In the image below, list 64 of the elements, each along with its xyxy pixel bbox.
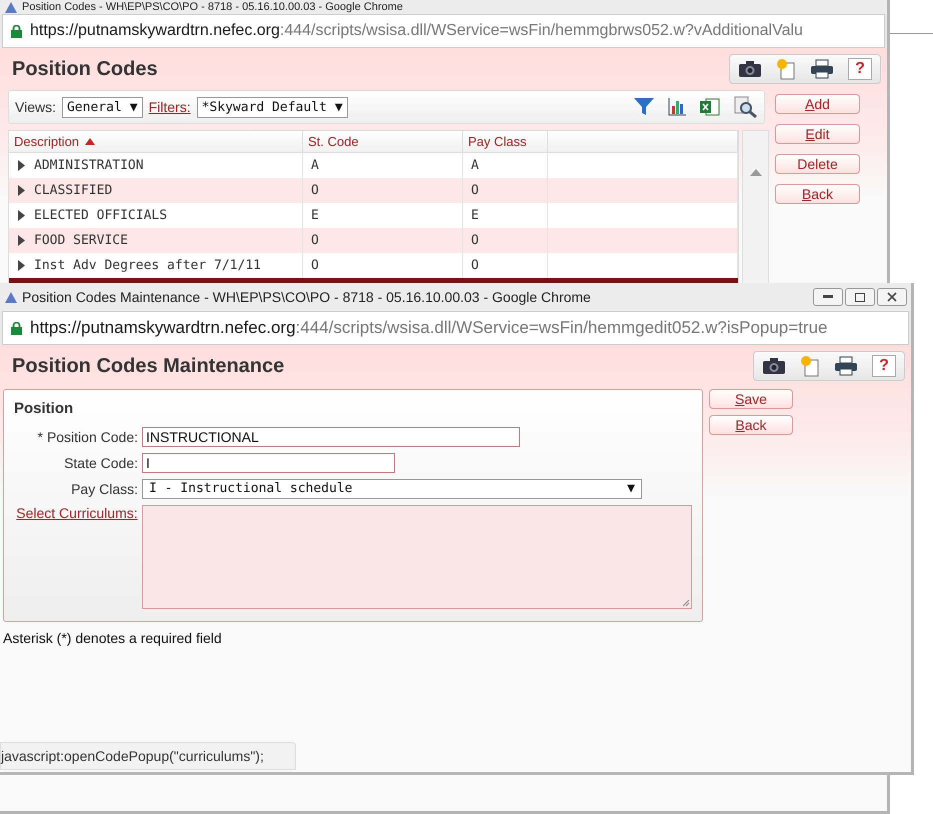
resize-grip-icon[interactable] <box>683 600 690 607</box>
pay-class-dropdown[interactable]: I - Instructional schedule ▼ <box>142 479 642 499</box>
views-label: Views: <box>15 99 56 115</box>
spreadsheet-icon[interactable] <box>700 97 720 117</box>
action-button[interactable]: Save <box>709 389 793 409</box>
help-button[interactable]: ? <box>848 58 872 80</box>
bar-chart-icon[interactable] <box>668 98 686 116</box>
table-cell: O <box>303 228 463 253</box>
action-button[interactable]: Add <box>775 94 860 114</box>
printer-icon[interactable] <box>810 59 834 79</box>
camera-icon[interactable] <box>762 357 786 375</box>
printer-icon[interactable] <box>834 356 858 376</box>
action-button[interactable]: Back <box>775 184 860 204</box>
text-field[interactable]: I <box>142 453 395 473</box>
expand-icon[interactable] <box>17 160 26 171</box>
address-bar[interactable]: https://putnamskywardtrn.nefec.org:444/scripts/wsisa.dll/WService=wsFin/hemmgbrws052.w?vAdditionalValu <box>2 14 885 48</box>
lock-icon <box>11 322 22 334</box>
views-dropdown[interactable]: General ▼ <box>62 96 143 118</box>
filters-dropdown[interactable]: *Skyward Default ▼ <box>196 96 348 118</box>
field-label: State Code: <box>63 454 138 471</box>
table-cell: CLASSIFIED <box>9 178 303 203</box>
clipboard-icon[interactable] <box>800 355 820 377</box>
action-button[interactable]: Back <box>709 415 793 435</box>
close-button[interactable] <box>877 288 907 306</box>
expand-icon[interactable] <box>17 210 26 221</box>
lock-icon <box>11 24 22 38</box>
filters-link[interactable]: Filters: <box>148 99 191 115</box>
column-header[interactable]: Description <box>9 131 303 153</box>
table-cell: O <box>303 178 463 203</box>
address-bar[interactable]: https://putnamskywardtrn.nefec.org:444/scripts/wsisa.dll/WService=wsFin/hemmgedit052.w?isPopup=true <box>2 311 909 345</box>
minimize-button[interactable] <box>813 288 843 306</box>
section-title: Position <box>14 400 74 417</box>
action-button[interactable]: Delete <box>775 154 860 174</box>
minimize-icon <box>823 295 833 299</box>
expand-icon[interactable] <box>17 260 26 271</box>
scroll-up-icon[interactable] <box>750 169 762 176</box>
maximize-button[interactable] <box>845 288 875 306</box>
expand-icon[interactable] <box>17 235 26 246</box>
expand-icon[interactable] <box>17 185 26 196</box>
filter-icon[interactable] <box>634 98 654 116</box>
column-header[interactable]: Pay Class <box>463 131 548 153</box>
help-button[interactable]: ? <box>872 355 896 377</box>
page-title: Position Codes <box>12 58 158 80</box>
column-header[interactable]: St. Code <box>303 131 463 153</box>
required-note: Asterisk (*) denotes a required field <box>2 630 223 646</box>
camera-icon[interactable] <box>738 60 762 78</box>
required-asterisk: * <box>37 429 43 445</box>
table-cell: FOOD SERVICE <box>9 228 303 253</box>
table-cell: O <box>463 228 548 253</box>
clipboard-icon[interactable] <box>776 58 796 80</box>
window-title: Position Codes Maintenance - WH\EP\PS\CO\PO - 8718 - 05.16.10.00.03 - Google Chrome <box>22 289 591 305</box>
close-icon <box>887 292 897 302</box>
magnifier-icon[interactable] <box>734 96 758 118</box>
text-field[interactable]: INSTRUCTIONAL <box>142 427 520 447</box>
maximize-icon <box>855 292 865 302</box>
status-bubble: javascript:openCodePopup("curriculums"); <box>0 742 296 770</box>
field-label: * Position Code: <box>36 428 138 445</box>
action-button[interactable]: Edit <box>775 124 860 144</box>
page-title: Position Codes Maintenance <box>12 354 284 378</box>
app-logo-icon <box>4 290 18 304</box>
table-cell: O <box>463 178 548 203</box>
select-curriculums-link[interactable]: Select Curriculums: <box>14 505 138 521</box>
field-label: Pay Class: <box>70 480 138 497</box>
window-title: Position Codes - WH\EP\PS\CO\PO - 8718 - 05.16.10.00.03 - Google Chrome <box>22 1 403 13</box>
